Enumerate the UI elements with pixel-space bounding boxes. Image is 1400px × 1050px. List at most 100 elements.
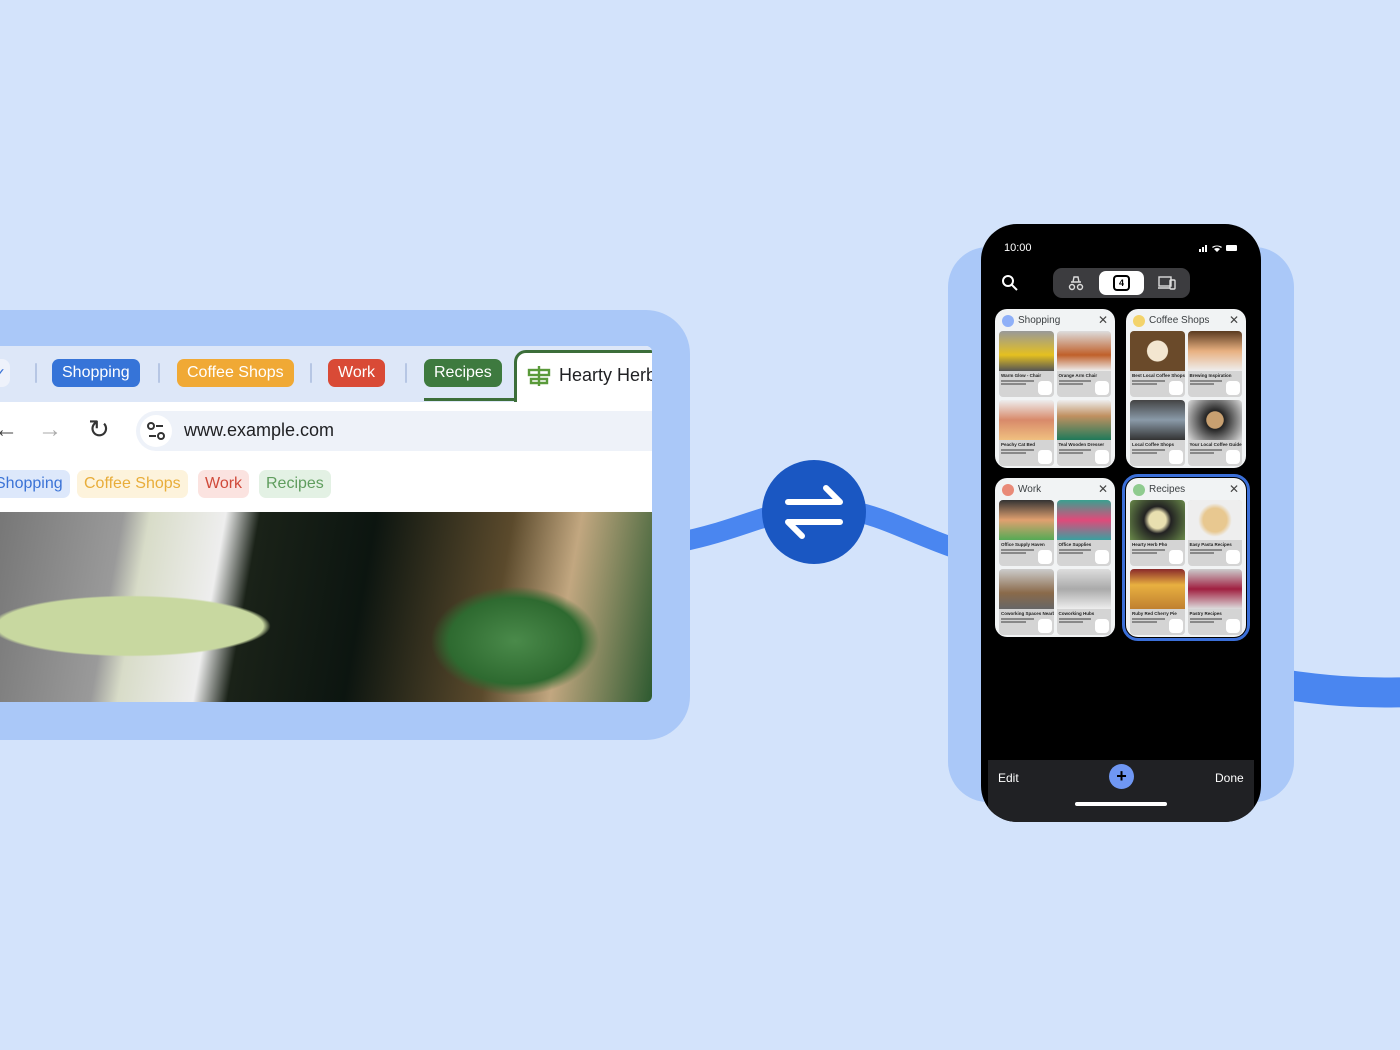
close-icon[interactable]: ✕ xyxy=(1098,313,1108,327)
favicon-icon xyxy=(1037,550,1052,564)
close-icon[interactable]: ✕ xyxy=(1229,482,1239,496)
tab-thumbnail xyxy=(1187,331,1242,371)
forward-button[interactable]: → xyxy=(38,416,62,444)
tab-tile[interactable]: Warm Glow - Chair xyxy=(999,331,1054,397)
favicon-icon xyxy=(1095,550,1109,564)
bookmark-group-shopping[interactable]: Shopping xyxy=(0,470,70,498)
bookmarks-bar: Shopping Coffee Shops Work Recipes xyxy=(0,458,652,512)
tab-group-card[interactable]: Recipes ✕ Hearty Herb Pho Easy Pasta Recipe… xyxy=(1122,474,1250,641)
home-indicator xyxy=(1075,802,1167,806)
tab-count-button[interactable]: 4 xyxy=(1099,271,1144,295)
signpost-icon xyxy=(527,366,551,386)
group-underline xyxy=(424,398,516,401)
tab-thumbnail xyxy=(1187,400,1242,440)
group-color-dot xyxy=(1133,484,1145,496)
desktop-browser-window: ✓ Shopping Coffee Shops Work Recipes Hea… xyxy=(0,346,652,702)
group-title: Recipes xyxy=(1149,484,1186,495)
tab-tile[interactable]: Coworking Hubs xyxy=(1056,569,1111,635)
tab-tile[interactable]: Coworking Spaces Nearby xyxy=(999,569,1054,635)
tab-thumbnail xyxy=(1130,400,1185,440)
favicon-icon xyxy=(1226,550,1240,564)
favicon-icon xyxy=(1095,619,1109,633)
tab-tile[interactable]: Office Supplies xyxy=(1056,500,1111,566)
tab-thumbnail xyxy=(999,331,1054,371)
tab-tile[interactable]: Best Local Coffee Shops xyxy=(1130,331,1185,397)
tab-title: Peachy Cat Bed xyxy=(1001,442,1036,447)
group-title: Work xyxy=(1018,484,1042,495)
tab-title: Pastry Recipes xyxy=(1189,611,1222,616)
tab-thumbnail xyxy=(1056,331,1111,371)
active-tab-title: Hearty Herb xyxy=(559,365,652,385)
reload-button[interactable]: ↻ xyxy=(88,414,110,445)
favicon-icon xyxy=(1095,381,1109,395)
tab-tile[interactable]: Local Coffee Shops xyxy=(1130,400,1185,466)
search-icon[interactable] xyxy=(1001,274,1019,292)
incognito-icon[interactable] xyxy=(1067,274,1085,292)
tab-tile[interactable]: Peachy Cat Bed xyxy=(999,400,1054,466)
tab-title: Coworking Hubs xyxy=(1058,611,1095,616)
card-header: Coffee Shops ✕ xyxy=(1129,312,1243,330)
tab-title: Teal Wooden Dresser xyxy=(1058,442,1105,447)
card-header: Recipes ✕ xyxy=(1129,481,1243,499)
tab-group-card[interactable]: Shopping ✕ Warm Glow - Chair Orange Arm Cha… xyxy=(995,309,1115,468)
tab-count: 4 xyxy=(1113,275,1130,291)
favicon-icon xyxy=(1226,381,1240,395)
tab-thumbnail xyxy=(1056,400,1111,440)
back-button[interactable]: ← xyxy=(0,416,18,444)
tab-tile[interactable]: Pastry Recipes xyxy=(1187,569,1242,635)
edit-button[interactable]: Edit xyxy=(998,771,1019,785)
tab-group-work[interactable]: Work xyxy=(328,359,386,387)
tab-title: Your Local Coffee Guide xyxy=(1189,442,1242,447)
favicon-icon xyxy=(1168,381,1183,395)
tab-thumbnail xyxy=(999,569,1054,609)
favicon-icon xyxy=(1226,619,1240,633)
devices-icon[interactable] xyxy=(1157,275,1177,291)
favicon-icon xyxy=(1168,619,1183,633)
tab-title: Ruby Red Cherry Pie xyxy=(1132,611,1177,616)
tab-title: Hearty Herb Pho xyxy=(1132,542,1168,547)
tab-tile[interactable]: Your Local Coffee Guide xyxy=(1187,400,1242,466)
close-icon[interactable]: ✕ xyxy=(1229,313,1239,327)
tab-title: Brewing Inspiration xyxy=(1189,373,1232,378)
tab-group-card[interactable]: Work ✕ Office Supply Haven Office Supplies C… xyxy=(995,478,1115,637)
active-tab[interactable]: Hearty Herb xyxy=(514,350,652,402)
tab-tile[interactable]: Teal Wooden Dresser xyxy=(1056,400,1111,466)
tab-tile[interactable]: Orange Arm Chair xyxy=(1056,331,1111,397)
address-bar[interactable]: www.example.com xyxy=(136,411,652,451)
tab-tile[interactable]: Hearty Herb Pho xyxy=(1130,500,1185,566)
done-button[interactable]: Done xyxy=(1215,771,1244,785)
tab-title: Easy Pasta Recipes xyxy=(1189,542,1232,547)
tab-thumbnail xyxy=(999,500,1054,540)
tab-group-recipes[interactable]: Recipes xyxy=(424,359,502,387)
divider xyxy=(310,363,312,383)
url-text: www.example.com xyxy=(184,420,335,440)
tab-thumbnail xyxy=(1056,500,1111,540)
tab-tile[interactable]: Ruby Red Cherry Pie xyxy=(1130,569,1185,635)
tab-search-button[interactable]: ✓ xyxy=(0,359,10,387)
tab-thumbnail xyxy=(1130,500,1185,540)
status-icons xyxy=(1199,245,1237,252)
tab-thumbnail xyxy=(1056,569,1111,609)
tab-group-card[interactable]: Coffee Shops ✕ Best Local Coffee Shops Brew… xyxy=(1126,309,1246,468)
bottom-bar: Edit + Done xyxy=(988,760,1254,822)
card-header: Work ✕ xyxy=(998,481,1112,499)
tab-title: Office Supply Haven xyxy=(1001,542,1045,547)
tab-thumbnail xyxy=(1130,331,1185,371)
bookmark-group-work[interactable]: Work xyxy=(198,470,250,498)
bookmark-group-recipes[interactable]: Recipes xyxy=(259,470,331,498)
phone: 10:00 4 Shopping ✕ Warm Glow - Chair Orange… xyxy=(981,224,1261,822)
close-icon[interactable]: ✕ xyxy=(1098,482,1108,496)
new-tab-plus-button[interactable]: + xyxy=(1109,764,1134,789)
tab-group-shopping[interactable]: Shopping xyxy=(52,359,140,387)
tab-tile[interactable]: Office Supply Haven xyxy=(999,500,1054,566)
tab-tile[interactable]: Easy Pasta Recipes xyxy=(1187,500,1242,566)
swap-arrows-icon xyxy=(762,460,866,564)
bookmark-group-coffee-shops[interactable]: Coffee Shops xyxy=(77,470,188,498)
site-settings-icon[interactable] xyxy=(140,415,172,447)
tab-tile[interactable]: Brewing Inspiration xyxy=(1187,331,1242,397)
group-title: Coffee Shops xyxy=(1149,315,1210,326)
favicon-icon xyxy=(1095,450,1109,464)
tab-group-coffee-shops[interactable]: Coffee Shops xyxy=(177,359,294,387)
group-title: Shopping xyxy=(1018,315,1061,326)
favicon-icon xyxy=(1037,619,1052,633)
